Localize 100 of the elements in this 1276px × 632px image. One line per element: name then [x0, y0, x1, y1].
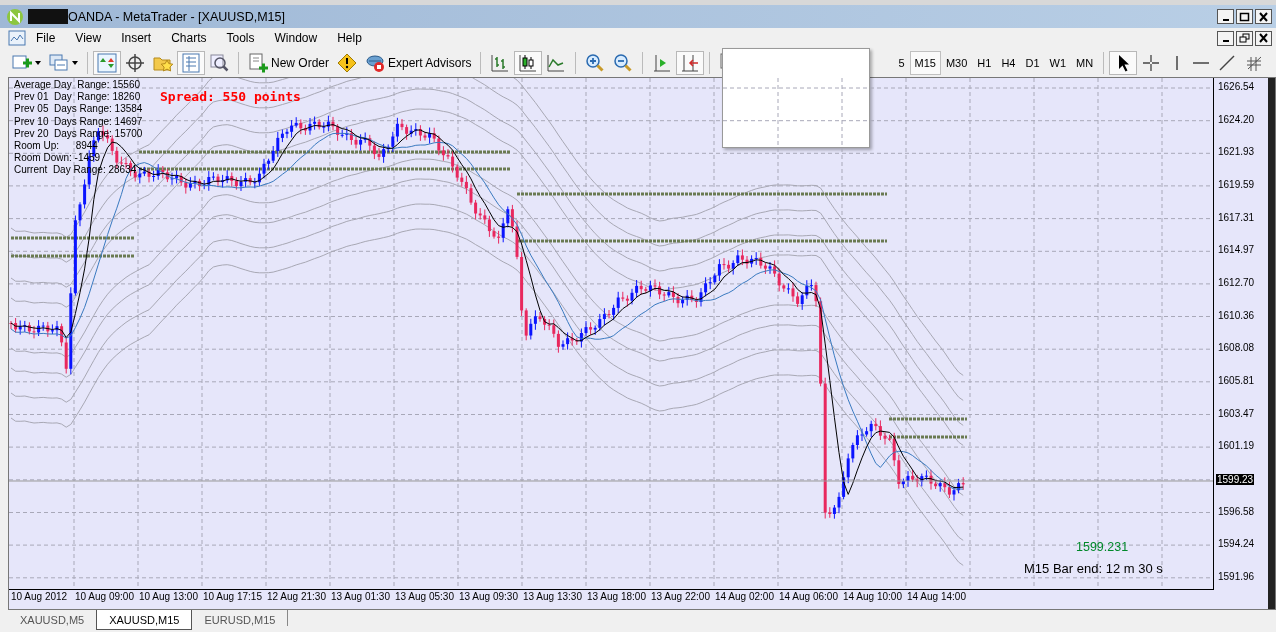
minimize-icon [1222, 40, 1229, 42]
time-label: 12 Aug 21:30 [266, 590, 327, 603]
time-label: 13 Aug 09:30 [458, 590, 519, 603]
price-label: 1596.58 [1218, 505, 1255, 517]
candlestick-button[interactable] [514, 50, 543, 75]
restore-icon [1239, 33, 1250, 43]
price-label: 1617.31 [1218, 211, 1255, 223]
menu-item[interactable]: Insert [111, 31, 162, 45]
bar-end-text: M15 Bar end: 12 m 30 s [1024, 561, 1163, 576]
logo-icon [6, 7, 24, 26]
caret-icon [35, 60, 41, 65]
info-text: Average Day Range: 15560 [14, 79, 141, 92]
info-text: Prev 01 Day Range: 18260 [14, 91, 142, 104]
info-text: Prev 05 Days Range: 13584 [14, 103, 143, 116]
time-label: 13 Aug 01:30 [330, 590, 391, 603]
candlestick-icon [518, 52, 539, 73]
magnifier-icon [209, 52, 229, 73]
market-watch-button[interactable] [93, 50, 121, 75]
caret-icon [72, 60, 78, 65]
minimize-button[interactable] [1217, 30, 1234, 46]
time-label: 14 Aug 02:00 [714, 590, 775, 603]
timeframe-button[interactable]: H4 [996, 50, 1021, 75]
window-title: OANDA - MetaTrader - [XAUUSD,M15] [68, 9, 286, 24]
price-label: 1619.59 [1218, 178, 1255, 190]
warning-icon [337, 52, 357, 73]
timeframe-button[interactable]: D1 [1020, 50, 1045, 75]
new-order-button[interactable]: New Order [244, 50, 333, 75]
minimize-icon [1222, 18, 1229, 21]
price-label: 1624.20 [1218, 113, 1255, 125]
close-icon [1258, 33, 1269, 43]
market-watch-icon [97, 52, 117, 73]
time-label: 10 Aug 09:00 [74, 590, 135, 603]
close-button[interactable] [1255, 30, 1272, 46]
expert-advisors-button[interactable]: Expert Advisors [361, 50, 476, 75]
price-label: 1621.93 [1218, 146, 1255, 158]
windows-icon [49, 52, 69, 73]
bar-chart-icon [490, 52, 511, 73]
redaction-mark [28, 9, 68, 24]
minimize-button[interactable] [1217, 9, 1234, 24]
price-label: 1610.36 [1218, 309, 1255, 321]
chart-tab[interactable]: XAUUSD,M15 [96, 610, 193, 630]
timeframe-button[interactable]: 5 [893, 50, 910, 75]
zoom-out-icon [613, 52, 634, 73]
restore-button[interactable] [1236, 30, 1253, 46]
price-label: 1591.96 [1218, 570, 1255, 582]
price-label: 1594.24 [1218, 538, 1255, 550]
timeframe-button[interactable]: MN [1071, 50, 1099, 75]
menu-item[interactable]: Tools [216, 31, 265, 45]
maximize-button[interactable] [1236, 9, 1253, 24]
price-label: 1626.54 [1218, 81, 1255, 92]
expert-advisors-icon [365, 52, 385, 73]
time-label: 10 Aug 17:15 [202, 590, 263, 603]
chart-shift-icon [680, 52, 701, 73]
zoom-in-icon [585, 52, 606, 73]
close-button[interactable] [1255, 9, 1272, 24]
close-icon [1258, 11, 1269, 22]
chart-shift-button[interactable] [676, 50, 705, 75]
price-label: 1605.81 [1218, 374, 1255, 386]
menu-item[interactable]: Help [327, 31, 372, 45]
menu-item[interactable]: File [26, 31, 66, 45]
data-window-icon [181, 52, 201, 73]
time-label: 13 Aug 13:30 [522, 590, 583, 603]
crosshair-icon [125, 52, 145, 73]
price-label: 1614.97 [1218, 244, 1255, 256]
time-label: 14 Aug 06:00 [778, 590, 839, 603]
price-label: 1612.70 [1218, 276, 1255, 288]
timeframe-button[interactable]: H1 [972, 50, 997, 75]
price-label: 1608.08 [1218, 342, 1255, 354]
chart-tab[interactable]: XAUUSD,M5 [8, 610, 97, 629]
time-label: 13 Aug 05:30 [394, 590, 455, 603]
crosshair-icon [1141, 52, 1162, 73]
price-label: 1603.47 [1218, 407, 1255, 419]
menu-item[interactable]: Charts [161, 31, 217, 45]
vertical-line-icon [1176, 55, 1179, 70]
horizontal-line-icon [1193, 61, 1210, 64]
cursor-button[interactable] [1109, 50, 1138, 75]
trendline-icon [1217, 52, 1238, 73]
chart-tab[interactable]: EURUSD,M15 [192, 610, 288, 629]
time-label: 13 Aug 22:00 [650, 590, 711, 603]
line-chart-icon [546, 52, 567, 73]
price-label: 1601.19 [1218, 440, 1255, 452]
time-label: 14 Aug 14:00 [906, 590, 967, 603]
chart-window-icon [8, 30, 26, 46]
time-label: 14 Aug 10:00 [842, 590, 903, 603]
autoscroll-icon [652, 52, 673, 73]
menu-item[interactable]: Window [264, 31, 328, 45]
timeframe-button[interactable]: M15 [909, 50, 941, 75]
spread-text: Spread: 550 points [160, 89, 301, 104]
menu-item[interactable]: View [65, 31, 112, 45]
time-label: 10 Aug 2012 [10, 590, 69, 603]
info-text: Prev 10 Days Range: 14697 [14, 115, 143, 128]
current-price-tag: 1599.23 [1216, 474, 1255, 485]
time-label: 13 Aug 18:00 [586, 590, 647, 603]
bid-price: 1599.231 [1076, 540, 1129, 554]
new-order-icon [248, 52, 268, 73]
data-window-button[interactable] [177, 50, 205, 75]
timeframe-button[interactable]: W1 [1044, 50, 1071, 75]
time-label: 10 Aug 13:00 [138, 590, 199, 603]
timeframe-button[interactable]: M30 [940, 50, 973, 75]
maximize-icon [1239, 11, 1250, 22]
